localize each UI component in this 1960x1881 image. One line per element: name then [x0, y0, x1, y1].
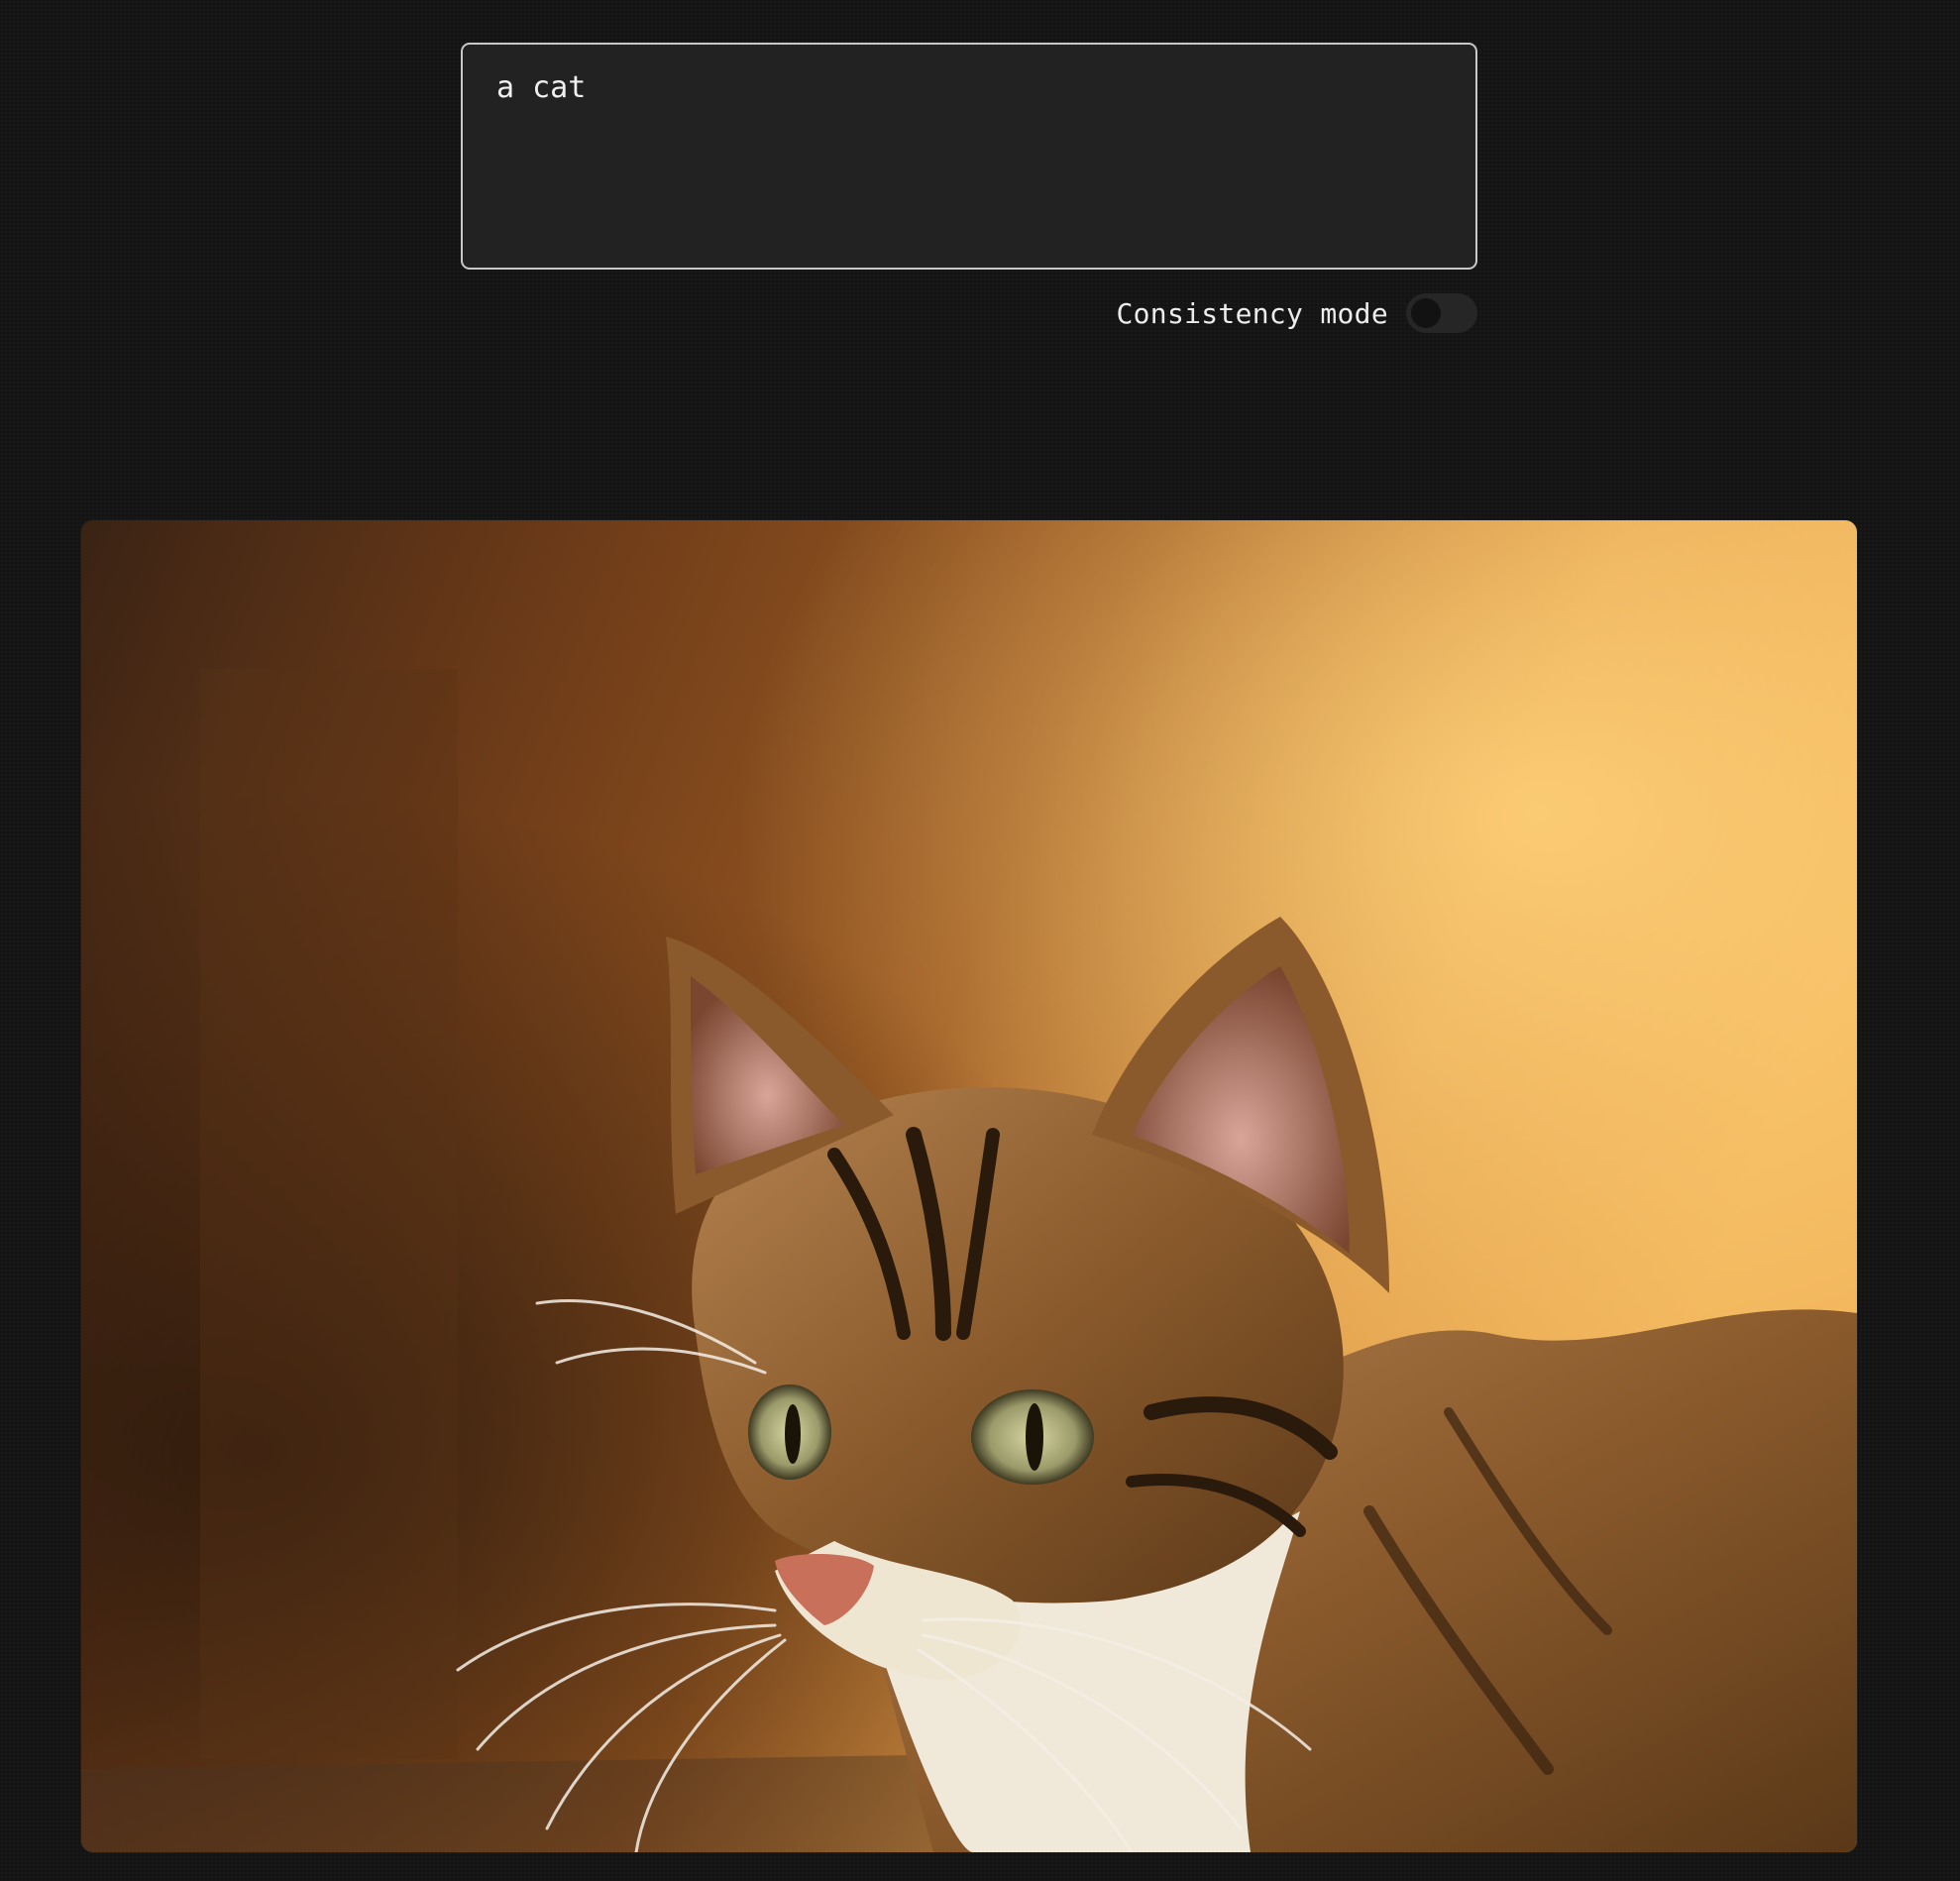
- cat-image: [81, 520, 1857, 1852]
- consistency-mode-toggle[interactable]: [1406, 293, 1477, 333]
- generated-image: [81, 520, 1857, 1852]
- consistency-mode-label: Consistency mode: [1116, 296, 1388, 330]
- consistency-mode-row: Consistency mode: [1116, 292, 1477, 334]
- prompt-input[interactable]: a cat: [461, 43, 1477, 270]
- toggle-knob: [1411, 298, 1441, 328]
